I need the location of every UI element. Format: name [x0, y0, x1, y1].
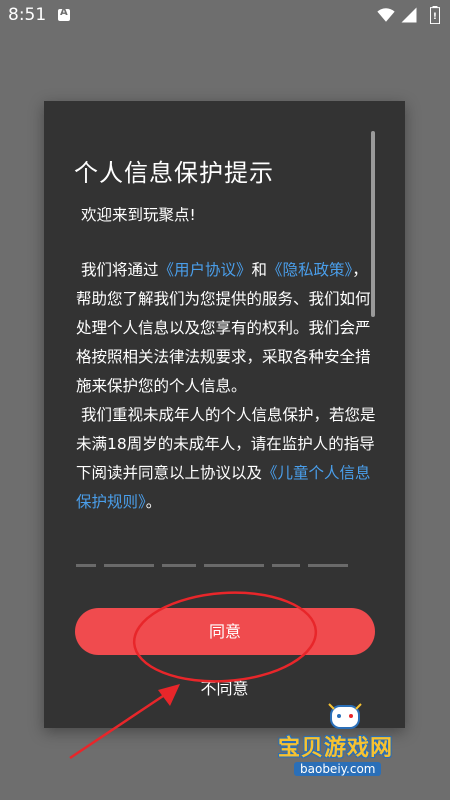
- welcome-text: 欢迎来到玩聚点!: [80, 206, 196, 224]
- faded-scroll-text: [76, 564, 371, 576]
- watermark-url: baobeiy.com: [294, 762, 382, 776]
- wifi-icon: [377, 8, 395, 22]
- agree-button[interactable]: 同意: [75, 608, 375, 655]
- user-agreement-link[interactable]: 《用户协议》: [158, 261, 251, 279]
- status-bar: 8:51 !: [0, 0, 450, 30]
- dialog-title: 个人信息保护提示: [74, 159, 274, 187]
- watermark: 宝贝游戏网 baobeiy.com: [270, 700, 440, 790]
- disagree-label: 不同意: [200, 679, 249, 698]
- screen: 8:51 ! 个人信息保护提示 欢迎来到玩聚点! 我们将通过《用户协议》和《隐私…: [0, 0, 450, 800]
- privacy-dialog: 个人信息保护提示 欢迎来到玩聚点! 我们将通过《用户协议》和《隐私政策》，帮助您…: [44, 101, 405, 728]
- paragraph-agreements: 我们将通过《用户协议》和《隐私政策》，帮助您了解我们为您提供的服务、我们如何处理…: [76, 261, 371, 395]
- gamepad-mascot-icon: [328, 703, 362, 729]
- privacy-policy-link[interactable]: 《隐私政策》: [267, 261, 352, 279]
- battery-icon: !: [430, 6, 440, 24]
- svg-text:!: !: [433, 12, 437, 22]
- watermark-brand: 宝贝游戏网: [278, 736, 394, 761]
- status-time: 8:51: [8, 5, 47, 25]
- disagree-button[interactable]: 不同意: [44, 675, 405, 699]
- paragraph-minors: 我们重视未成年人的个人信息保护，若您是未满18周岁的未成年人，请在监护人的指导下…: [76, 406, 376, 511]
- notification-a-icon: [58, 7, 70, 21]
- dialog-body: 欢迎来到玩聚点! 我们将通过《用户协议》和《隐私政策》，帮助您了解我们为您提供的…: [76, 201, 376, 517]
- cell-signal-icon: [401, 7, 417, 23]
